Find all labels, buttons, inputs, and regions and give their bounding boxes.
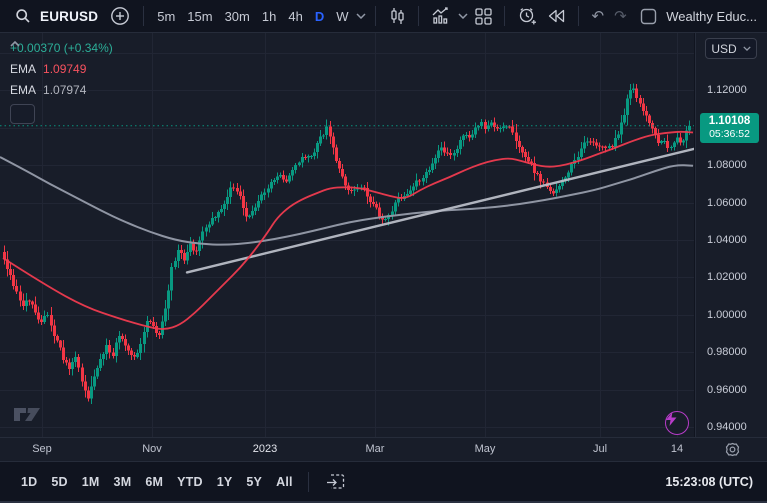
time-tick: Sep bbox=[32, 443, 52, 455]
layout-grid-icon[interactable] bbox=[470, 5, 497, 28]
chart-pane[interactable]: +0.00370 (+0.34%) EMA 1.09749 EMA 1.07974 bbox=[0, 33, 694, 437]
range-button-1m[interactable]: 1M bbox=[75, 471, 107, 493]
indicator-row[interactable]: EMA 1.07974 bbox=[10, 83, 113, 97]
indicator-value: 1.09749 bbox=[43, 62, 86, 76]
time-tick: 2023 bbox=[253, 443, 277, 455]
clock-label[interactable]: 15:23:08 (UTC) bbox=[665, 475, 753, 489]
time-tick: Jul bbox=[593, 443, 607, 455]
go-to-date-icon[interactable] bbox=[321, 470, 350, 493]
interval-button-5m[interactable]: 5m bbox=[151, 6, 181, 27]
account-label[interactable]: Wealthy Educ... bbox=[666, 9, 757, 24]
change-row: +0.00370 (+0.34%) bbox=[10, 41, 113, 55]
range-button-all[interactable]: All bbox=[269, 471, 300, 493]
range-button-1y[interactable]: 1Y bbox=[210, 471, 240, 493]
interval-group: 5m15m30m1h4hDW bbox=[151, 6, 354, 27]
price-tick: 0.96000 bbox=[707, 383, 747, 397]
range-button-6m[interactable]: 6M bbox=[138, 471, 170, 493]
replay-icon[interactable] bbox=[542, 6, 571, 26]
price-tick: 1.08000 bbox=[707, 158, 747, 172]
interval-button-1h[interactable]: 1h bbox=[256, 6, 282, 27]
candles-style-icon[interactable] bbox=[383, 4, 411, 28]
range-button-5y[interactable]: 5Y bbox=[239, 471, 269, 493]
time-tick: Mar bbox=[366, 443, 385, 455]
undo-icon[interactable]: ↶ bbox=[586, 4, 609, 28]
divider bbox=[418, 6, 419, 26]
intervals-chevron-icon[interactable] bbox=[354, 10, 368, 22]
divider bbox=[308, 472, 309, 492]
price-tick: 1.12000 bbox=[707, 83, 747, 97]
interval-button-D[interactable]: D bbox=[309, 6, 330, 27]
indicator-rows: EMA 1.09749 EMA 1.07974 bbox=[10, 62, 113, 97]
range-group: 1D5D1M3M6MYTD1Y5YAll bbox=[14, 471, 300, 493]
divider bbox=[578, 6, 579, 26]
indicator-name: EMA bbox=[10, 62, 36, 76]
interval-button-30m[interactable]: 30m bbox=[219, 6, 256, 27]
symbol-button[interactable]: EURUSD bbox=[40, 9, 98, 24]
price-tick: 1.00000 bbox=[707, 308, 747, 322]
scales-gear-icon[interactable] bbox=[725, 442, 740, 462]
interval-button-15m[interactable]: 15m bbox=[181, 6, 218, 27]
indicator-value: 1.07974 bbox=[43, 83, 86, 97]
divider bbox=[504, 6, 505, 26]
time-tick: 14 bbox=[671, 443, 683, 455]
chevron-down-icon bbox=[743, 46, 751, 51]
bottom-toolbar: 1D5D1M3M6MYTD1Y5YAll 15:23:08 (UTC) bbox=[0, 461, 767, 501]
interval-button-W[interactable]: W bbox=[330, 6, 354, 27]
interval-button-4h[interactable]: 4h bbox=[282, 6, 308, 27]
indicator-row[interactable]: EMA 1.09749 bbox=[10, 62, 113, 76]
price-tick: 1.04000 bbox=[707, 233, 747, 247]
compare-add-icon[interactable] bbox=[104, 2, 136, 30]
indicators-chevron-icon[interactable] bbox=[456, 10, 470, 22]
lightning-boost-button[interactable] bbox=[665, 411, 689, 435]
last-price-value: 1.10108 bbox=[700, 115, 759, 128]
price-change-label: +0.00370 (+0.34%) bbox=[10, 41, 113, 55]
divider bbox=[143, 6, 144, 26]
price-tick: 0.94000 bbox=[707, 420, 747, 434]
price-tick: 0.98000 bbox=[707, 345, 747, 359]
last-price-badge: 1.10108 05:36:52 bbox=[700, 113, 759, 143]
account-area: Wealthy Educ... bbox=[640, 8, 757, 25]
range-button-ytd[interactable]: YTD bbox=[170, 471, 210, 493]
price-scale[interactable]: USD 1.12000 1.08000 1.06000 1.04000 1.02000 1… bbox=[695, 33, 767, 437]
top-toolbar: EURUSD 5m15m30m1h4hDW bbox=[0, 0, 767, 33]
legend: +0.00370 (+0.34%) EMA 1.09749 EMA 1.07974 bbox=[10, 41, 113, 124]
redo-icon[interactable]: ↷ bbox=[609, 4, 632, 28]
alert-plus-icon[interactable] bbox=[512, 3, 542, 29]
range-button-3m[interactable]: 3M bbox=[107, 471, 139, 493]
legend-collapse-button[interactable] bbox=[10, 104, 35, 124]
range-button-5d[interactable]: 5D bbox=[44, 471, 74, 493]
time-tick: May bbox=[475, 443, 496, 455]
range-button-1d[interactable]: 1D bbox=[14, 471, 44, 493]
indicators-icon[interactable] bbox=[426, 4, 456, 28]
indicator-name: EMA bbox=[10, 83, 36, 97]
price-tick: 1.06000 bbox=[707, 196, 747, 210]
divider bbox=[375, 6, 376, 26]
account-checkbox-icon[interactable] bbox=[640, 8, 657, 25]
bar-countdown: 05:36:52 bbox=[700, 128, 759, 140]
time-tick: Nov bbox=[142, 443, 162, 455]
currency-button[interactable]: USD bbox=[705, 38, 757, 59]
currency-label: USD bbox=[711, 42, 736, 56]
tradingview-window: EURUSD 5m15m30m1h4hDW bbox=[0, 0, 767, 503]
search-icon[interactable] bbox=[10, 5, 36, 27]
price-tick: 1.02000 bbox=[707, 270, 747, 284]
time-scale[interactable]: Sep Nov 2023 Mar May Jul 14 bbox=[0, 437, 767, 461]
